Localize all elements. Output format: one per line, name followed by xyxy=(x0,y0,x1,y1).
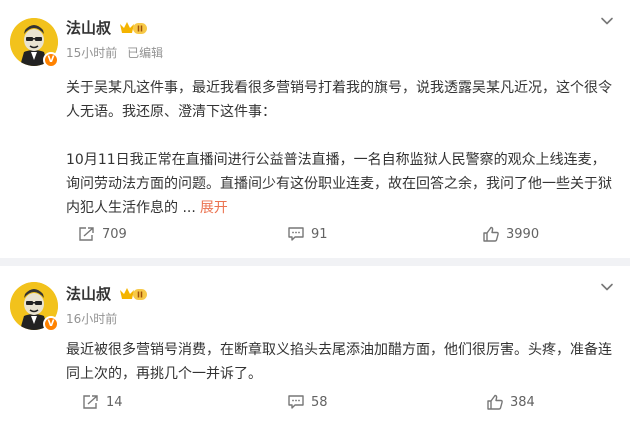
repost-button[interactable]: 14 xyxy=(82,394,123,410)
level-text: II xyxy=(137,291,143,300)
level-text: II xyxy=(137,25,143,34)
action-bar: 709 91 3990 xyxy=(0,226,630,246)
post-text: 关于吴某凡这件事，最近我看很多营销号打着我的旗号，说我透露吴某凡近况，这个很令人… xyxy=(66,76,612,220)
comment-icon xyxy=(288,395,304,409)
repost-count: 709 xyxy=(102,226,127,242)
like-count: 3990 xyxy=(506,226,540,242)
comment-count: 91 xyxy=(311,226,328,242)
author-name[interactable]: 法山叔 xyxy=(66,17,111,38)
repost-icon xyxy=(83,395,98,409)
post-meta: 15小时前 已编辑 xyxy=(66,44,163,61)
like-button[interactable]: 3990 xyxy=(482,226,539,242)
post-paragraph: 最近被很多营销号消费，在断章取义掐头去尾添油加醋方面，他们很厉害。头疼，准备连同… xyxy=(66,342,612,382)
expand-link[interactable]: 展开 xyxy=(200,200,228,216)
chevron-down-icon[interactable] xyxy=(600,14,614,28)
author-name[interactable]: 法山叔 xyxy=(66,283,111,304)
repost-button[interactable]: 709 xyxy=(78,226,127,242)
post-time[interactable]: 15小时前 xyxy=(66,46,117,60)
post-card: V 法山叔 II 15小时前 已编辑 关于吴某凡这件事，最近我看很多营销号打着我… xyxy=(0,0,630,258)
like-icon xyxy=(483,226,499,242)
chevron-down-icon[interactable] xyxy=(600,280,614,294)
repost-icon xyxy=(79,227,94,241)
post-paragraph: 关于吴某凡这件事，最近我看很多营销号打着我的旗号，说我透露吴某凡近况，这个很令人… xyxy=(66,80,612,120)
like-count: 384 xyxy=(510,394,535,410)
post-time[interactable]: 16小时前 xyxy=(66,312,117,326)
comment-icon xyxy=(288,227,304,241)
comment-button[interactable]: 58 xyxy=(287,394,328,410)
like-button[interactable]: 384 xyxy=(486,394,535,410)
like-icon xyxy=(487,394,503,410)
repost-count: 14 xyxy=(106,394,123,410)
post-card: V 法山叔 II 16小时前 最近被很多营销号消费，在断章取义掐头去尾添油加醋方… xyxy=(0,266,630,433)
comment-button[interactable]: 91 xyxy=(287,226,328,242)
level-badge-icon: II xyxy=(120,288,147,300)
edited-label[interactable]: 已编辑 xyxy=(127,46,163,60)
action-bar: 14 58 384 xyxy=(0,394,630,414)
post-paragraph: 10月11日我正常在直播间进行公益普法直播，一名自称监狱人民警察的观众上线连麦，… xyxy=(66,152,612,216)
verified-badge-icon: V xyxy=(43,52,59,68)
comment-count: 58 xyxy=(311,394,328,410)
post-meta: 16小时前 xyxy=(66,310,117,327)
verified-badge-icon: V xyxy=(43,316,59,332)
post-text: 最近被很多营销号消费，在断章取义掐头去尾添油加醋方面，他们很厉害。头疼，准备连同… xyxy=(66,338,612,386)
level-badge-icon: II xyxy=(120,22,147,34)
